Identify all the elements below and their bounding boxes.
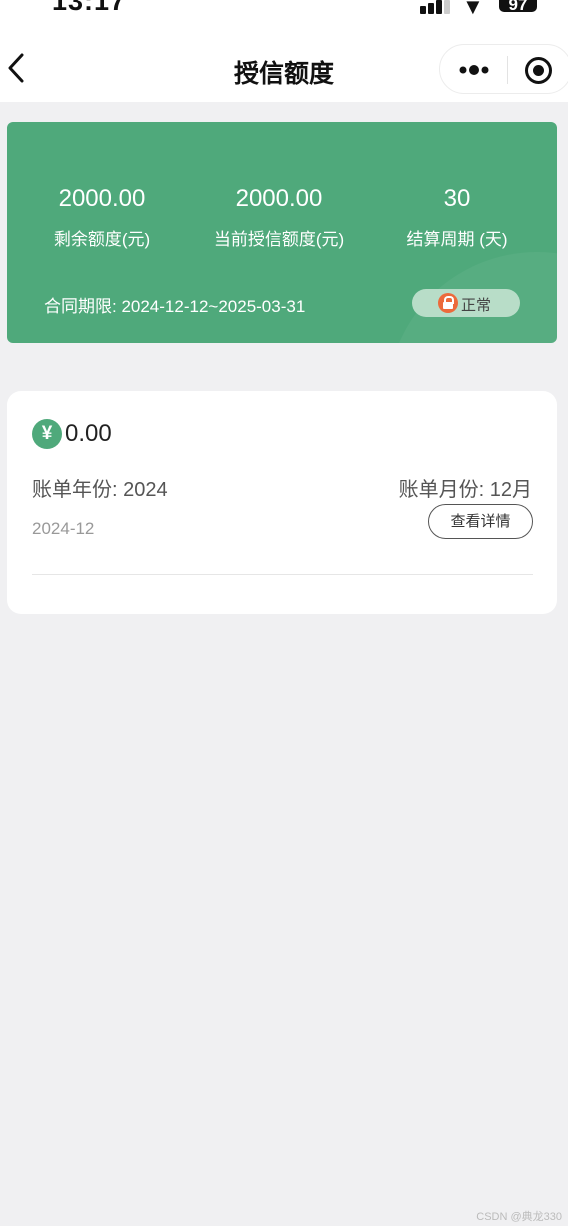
stat-value: 30 bbox=[443, 185, 471, 212]
status-badge-label: 正常 bbox=[461, 297, 492, 314]
stat-value: 2000.00 bbox=[235, 185, 323, 212]
settlement-cycle-stat: 30 结算周期 (天) bbox=[387, 184, 527, 250]
signal-icon bbox=[420, 0, 452, 14]
wifi-icon: ▼ bbox=[462, 0, 484, 19]
stat-label: 剩余额度(元) bbox=[53, 230, 151, 249]
capsule-divider bbox=[507, 56, 508, 84]
page: 13:17 ▼ 97 授信额度 2000.00 剩余额度(元) 2000.00 … bbox=[0, 0, 568, 1226]
status-bar: 13:17 ▼ 97 bbox=[0, 0, 568, 22]
credit-summary-card: 2000.00 剩余额度(元) 2000.00 当前授信额度(元) 30 结算周… bbox=[7, 122, 557, 343]
bill-year: 账单年份: 2024 bbox=[32, 479, 168, 501]
view-details-button[interactable]: 查看详情 bbox=[428, 504, 533, 539]
bill-month: 账单月份: 12月 bbox=[398, 479, 532, 501]
bill-card: ¥ 0.00 账单年份: 2024 账单月份: 12月 2024-12 查看详情 bbox=[7, 391, 557, 614]
contract-period: 合同期限: 2024-12-12~2025-03-31 bbox=[44, 297, 306, 316]
status-time: 13:17 bbox=[52, 0, 127, 16]
watermark: CSDN @典龙330 bbox=[476, 1211, 562, 1223]
battery-icon: 97 bbox=[499, 0, 537, 14]
yen-icon: ¥ bbox=[32, 419, 62, 449]
nav-bar: 授信额度 bbox=[0, 22, 568, 102]
stat-label: 结算周期 (天) bbox=[406, 230, 508, 249]
stat-value: 2000.00 bbox=[58, 185, 146, 212]
mini-program-capsule bbox=[439, 44, 568, 94]
remaining-credit-stat: 2000.00 剩余额度(元) bbox=[27, 184, 177, 250]
stat-label: 当前授信额度(元) bbox=[213, 230, 345, 249]
bill-period: 2024-12 bbox=[32, 519, 95, 538]
lock-icon bbox=[438, 293, 458, 313]
bill-amount: 0.00 bbox=[65, 420, 112, 447]
current-credit-stat: 2000.00 当前授信额度(元) bbox=[199, 184, 359, 250]
target-close-icon[interactable] bbox=[525, 57, 552, 84]
divider bbox=[32, 574, 533, 575]
more-dots-icon[interactable] bbox=[456, 60, 492, 80]
status-badge: 正常 bbox=[412, 289, 520, 317]
